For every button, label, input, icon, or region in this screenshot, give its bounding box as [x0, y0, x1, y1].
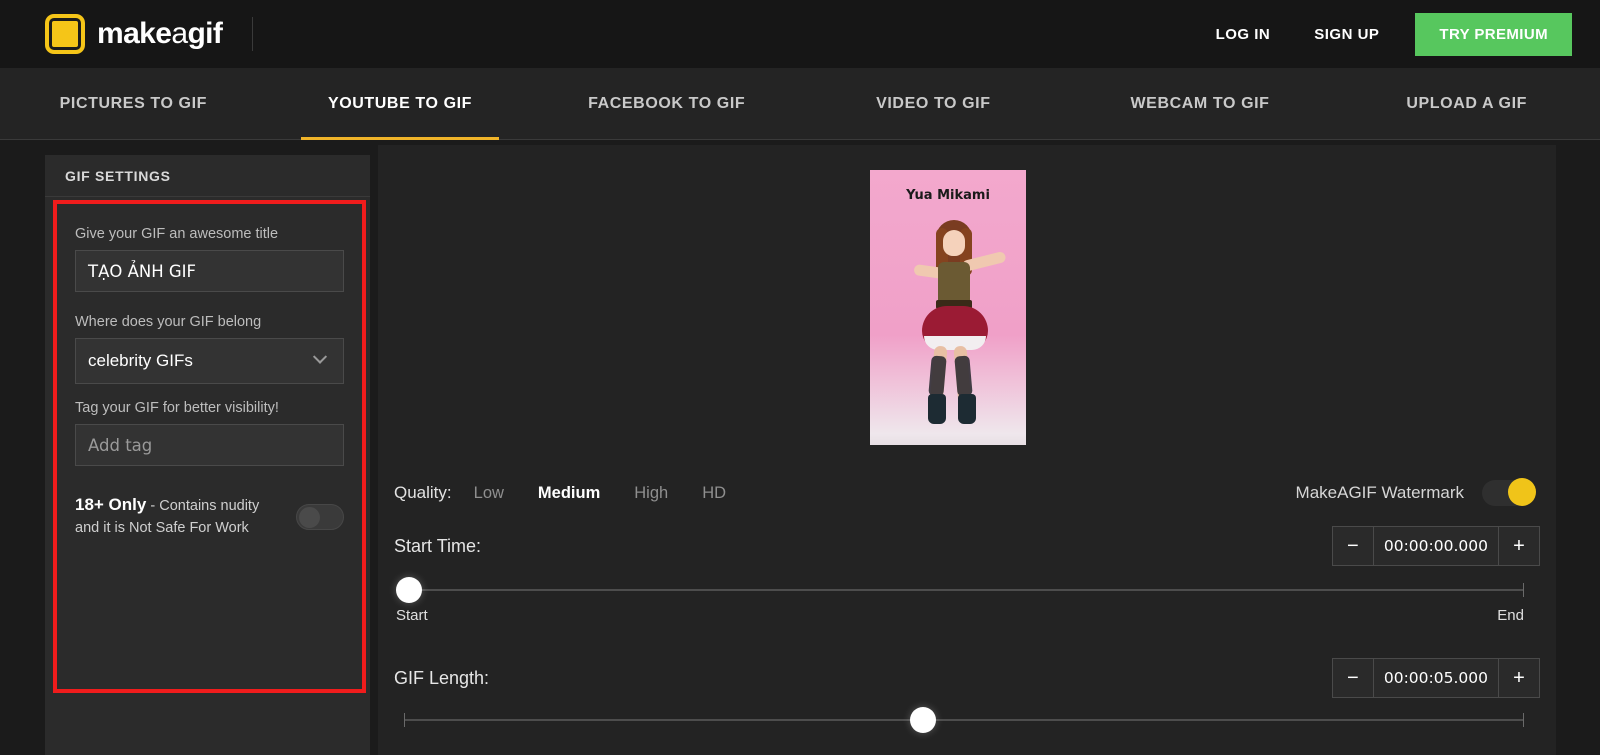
tag-field-label: Tag your GIF for better visibility!: [75, 400, 344, 416]
start-slider-end-cap: [1523, 583, 1524, 597]
watermark-toggle-knob: [1508, 478, 1536, 506]
video-preview[interactable]: Yua Mikami: [870, 170, 1026, 445]
header-divider: [252, 17, 253, 51]
length-slider-handle[interactable]: [910, 707, 936, 733]
start-time-value[interactable]: 00:00:00.000: [1373, 527, 1499, 565]
header-actions: LOG IN SIGN UP TRY PREMIUM: [1194, 13, 1572, 56]
tab-pictures-to-gif[interactable]: PICTURES TO GIF: [0, 68, 267, 139]
gif-length-value[interactable]: 00:00:05.000: [1373, 659, 1499, 697]
nsfw-row: 18+ Only - Contains nudity and it is Not…: [75, 494, 344, 539]
gif-length-minus-button[interactable]: −: [1333, 659, 1373, 697]
quality-option-high[interactable]: High: [634, 484, 668, 503]
login-button[interactable]: LOG IN: [1194, 16, 1293, 53]
logo-chevron-shape: [57, 27, 70, 40]
tab-webcam-to-gif[interactable]: WEBCAM TO GIF: [1067, 68, 1334, 139]
spacer: [75, 292, 344, 314]
start-slider-handle[interactable]: [396, 577, 422, 603]
watermark-toggle[interactable]: [1482, 480, 1532, 506]
tab-video-to-gif[interactable]: VIDEO TO GIF: [800, 68, 1067, 139]
category-field-label: Where does your GIF belong: [75, 314, 344, 330]
gif-category-value: celebrity GIFs: [88, 351, 193, 371]
try-premium-button[interactable]: TRY PREMIUM: [1415, 13, 1572, 56]
tab-upload-a-gif[interactable]: UPLOAD A GIF: [1333, 68, 1600, 139]
tab-facebook-to-gif[interactable]: FACEBOOK TO GIF: [533, 68, 800, 139]
watermark-label: MakeAGIF Watermark: [1296, 483, 1464, 503]
quality-row: Quality: Low Medium High HD MakeAGIF Wat…: [394, 472, 1540, 514]
length-slider-track: [404, 719, 1524, 721]
video-preview-frame: Yua Mikami: [870, 170, 1026, 445]
editor-main-panel: Yua Mikami Quality: Low Medium High HD M…: [378, 145, 1556, 755]
quality-label: Quality:: [394, 483, 452, 503]
logo-wordmark: makeagif: [97, 17, 222, 51]
start-time-stepper: − 00:00:00.000 +: [1332, 526, 1540, 566]
logo-play-icon: [45, 14, 85, 54]
site-header: makeagif LOG IN SIGN UP TRY PREMIUM: [0, 0, 1600, 68]
slider-endpoint-labels: Start End: [396, 607, 1524, 624]
slider-end-label: End: [1497, 607, 1524, 624]
gif-length-plus-button[interactable]: +: [1499, 659, 1539, 697]
start-time-row: Start Time: − 00:00:00.000 +: [394, 523, 1540, 569]
figure-stocking-left: [928, 355, 946, 396]
main-tabbar: PICTURES TO GIF YOUTUBE TO GIF FACEBOOK …: [0, 68, 1600, 140]
gif-title-input[interactable]: TẠO ẢNH GIF: [75, 250, 344, 292]
figure-boot-left: [928, 394, 946, 424]
nsfw-label: 18+ Only - Contains nudity and it is Not…: [75, 494, 285, 539]
quality-option-low[interactable]: Low: [474, 484, 504, 503]
nsfw-toggle[interactable]: [296, 504, 344, 530]
figure-face: [943, 230, 965, 256]
length-slider-start-cap: [404, 713, 405, 727]
tab-youtube-to-gif[interactable]: YOUTUBE TO GIF: [267, 68, 534, 139]
nsfw-label-bold: 18+ Only: [75, 495, 146, 514]
spacer: [75, 384, 344, 400]
signup-button[interactable]: SIGN UP: [1292, 16, 1401, 53]
figure-stocking-right: [954, 355, 972, 396]
nsfw-toggle-knob: [299, 507, 320, 528]
sidebar-title: GIF SETTINGS: [45, 155, 370, 197]
gif-length-slider[interactable]: [404, 705, 1524, 735]
chevron-down-icon: [313, 350, 327, 364]
start-time-minus-button[interactable]: −: [1333, 527, 1373, 565]
start-slider-track: [396, 589, 1524, 591]
figure-boot-right: [958, 394, 976, 424]
start-time-label: Start Time:: [394, 536, 481, 557]
start-time-slider[interactable]: [396, 575, 1524, 605]
gif-tag-input[interactable]: Add tag: [75, 424, 344, 466]
gif-category-select[interactable]: celebrity GIFs: [75, 338, 344, 384]
start-time-plus-button[interactable]: +: [1499, 527, 1539, 565]
logo[interactable]: makeagif: [45, 14, 253, 54]
quality-option-medium[interactable]: Medium: [538, 484, 600, 503]
quality-option-hd[interactable]: HD: [702, 484, 726, 503]
gif-length-stepper: − 00:00:05.000 +: [1332, 658, 1540, 698]
video-preview-caption: Yua Mikami: [870, 188, 1026, 203]
logo-text-gif: gif: [187, 17, 222, 50]
gif-length-label: GIF Length:: [394, 668, 489, 689]
settings-highlight-box: Give your GIF an awesome title TẠO ẢNH G…: [53, 200, 366, 693]
length-slider-end-cap: [1523, 713, 1524, 727]
logo-text-a: a: [171, 17, 187, 50]
gif-length-row: GIF Length: − 00:00:05.000 +: [394, 655, 1540, 701]
title-field-label: Give your GIF an awesome title: [75, 226, 344, 242]
gif-settings-sidebar: GIF SETTINGS Give your GIF an awesome ti…: [45, 155, 370, 755]
slider-start-label: Start: [396, 607, 428, 624]
logo-text-make: make: [97, 17, 171, 50]
